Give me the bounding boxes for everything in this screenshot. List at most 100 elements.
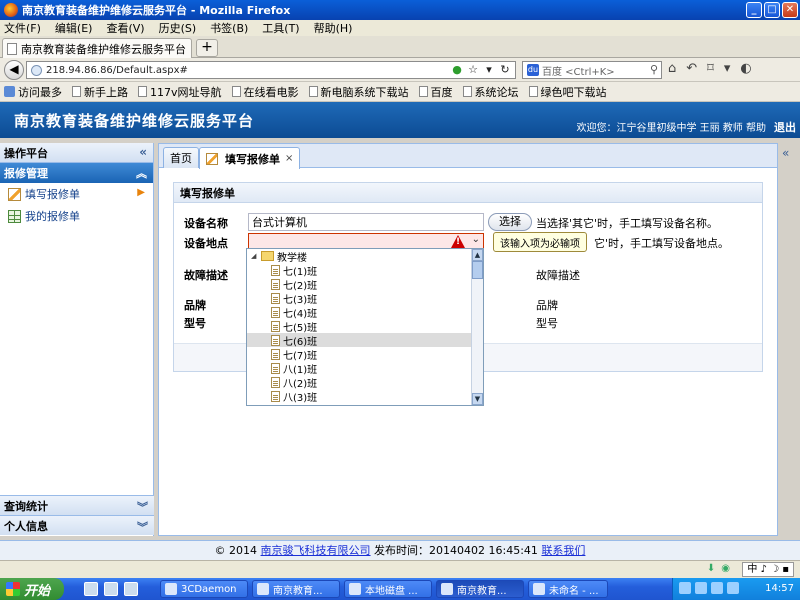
taskbar-item[interactable]: 南京教育... [252,580,340,598]
tree-node[interactable]: 七(3)班 [247,291,483,306]
bookmark-item[interactable]: 系统论坛 [462,84,519,100]
menu-view[interactable]: 查看(V) [106,20,144,36]
scroll-down-arrow-icon[interactable]: ▼ [472,393,483,405]
search-box[interactable]: du 百度 <Ctrl+K> ⚲ [522,61,662,79]
scroll-up-arrow-icon[interactable]: ▲ [472,249,483,261]
back-button[interactable]: ◀ [4,60,24,80]
menu-file[interactable]: 文件(F) [4,20,41,36]
tree-root-node[interactable]: ◢ 教学楼 [247,249,483,264]
new-tab-button[interactable]: + [196,39,218,57]
sidebar-section-query[interactable]: 查询统计 ︾ [0,495,154,515]
dropdown-arrow-icon[interactable]: ▾ [483,64,495,76]
tab-home[interactable]: 首页 [163,147,199,168]
page-icon [462,86,472,97]
company-link[interactable]: 南京骏飞科技有限公司 [261,544,371,557]
bookmark-item[interactable]: 新手上路 [72,84,128,100]
reload-icon[interactable]: ↻ [499,64,511,76]
search-placeholder: 百度 <Ctrl+K> [542,66,615,78]
scroll-thumb[interactable] [472,261,483,279]
chevron-down-icon[interactable]: ⌄ [472,234,480,245]
baidu-paw-icon: du [527,64,539,76]
menu-edit[interactable]: 编辑(E) [55,20,93,36]
go-icon[interactable]: ● [451,64,463,76]
bookmark-item[interactable]: 新电脑系统下载站 [308,84,409,100]
globe-icon [31,64,42,76]
sidebar-section-repair[interactable]: 报修管理 ︽ [0,163,153,183]
bookmark-item[interactable]: 在线看电影 [231,84,299,100]
volume-icon[interactable] [695,582,707,594]
menu-arrow-icon[interactable]: ▾ [724,61,731,76]
sidebar-header-label: 操作平台 [4,146,48,160]
tree-node[interactable]: 七(7)班 [247,347,483,362]
collapse-left-icon[interactable]: « [139,145,147,159]
tree-node[interactable]: 七(5)班 [247,319,483,334]
undo-icon[interactable]: ↶ [686,61,697,76]
start-button[interactable]: 开始 [0,578,64,600]
menu-bar: 文件(F) 编辑(E) 查看(V) 历史(S) 书签(B) 工具(T) 帮助(H… [0,20,800,36]
close-tab-icon[interactable]: × [285,153,293,164]
url-bar[interactable]: 218.94.86.86/Default.aspx# ● ☆ ▾ ↻ [26,61,516,79]
menu-tools[interactable]: 工具(T) [262,20,299,36]
tab-label: 首页 [170,152,192,165]
sidebar-item-my-repairs[interactable]: 我的报修单 [0,205,153,227]
select-device-button[interactable]: 选择 [488,213,532,231]
tab-fill-repair[interactable]: 填写报修单 × [199,147,301,169]
tree-scrollbar[interactable]: ▲ ▼ [471,249,483,405]
tree-node-label: 七(1)班 [283,266,318,278]
show-desktop-icon[interactable] [84,582,98,596]
device-name-input[interactable]: 台式计算机 [248,213,484,231]
chevron-down-icon[interactable]: ︾ [137,519,148,535]
maximize-button[interactable]: □ [764,2,780,18]
bookmark-item[interactable]: 访问最多 [4,84,62,100]
download-icon[interactable]: ⬇ [707,563,715,574]
sidebar-section-profile[interactable]: 个人信息 ︾ [0,515,154,535]
ime-indicator[interactable]: 中 ♪ ☽ ▪ [742,562,794,577]
chevron-up-icon[interactable]: ︽ [136,165,147,181]
security-icon[interactable] [711,582,723,594]
tree-node[interactable]: 八(3)班 [247,389,483,404]
bookmark-star-icon[interactable]: ☆ [467,64,479,76]
media-icon[interactable] [124,582,138,596]
tree-node[interactable]: 七(4)班 [247,305,483,320]
collapse-right-icon[interactable]: « [782,146,789,160]
tree-node[interactable]: 七(1)班 [247,263,483,278]
tree-node-label: 八(2)班 [283,378,318,390]
tree-node[interactable]: 七(2)班 [247,277,483,292]
taskbar-item[interactable]: 本地磁盘 ... [344,580,432,598]
tree-node-selected[interactable]: 七(6)班 [247,333,483,348]
update-icon[interactable] [727,582,739,594]
panel-title: 填写报修单 [174,183,762,203]
minimize-button[interactable]: _ [746,2,762,18]
bookmark-item[interactable]: 绿色吧下载站 [528,84,607,100]
browser-tab[interactable]: 南京教育装备维护维修云服务平台 [2,38,192,58]
network-icon[interactable] [679,582,691,594]
tree-node[interactable]: 八(2)班 [247,375,483,390]
tree-node[interactable]: 八(1)班 [247,361,483,376]
device-location-hint: 它'时，手工填写设备地点。 [594,237,730,250]
expand-triangle-icon[interactable]: ◢ [251,252,261,260]
device-name-label: 设备名称 [184,217,228,230]
taskbar-item-active[interactable]: 南京教育... [436,580,524,598]
menu-history[interactable]: 历史(S) [159,20,197,36]
search-icon[interactable]: ⚲ [650,63,658,76]
menu-bookmarks[interactable]: 书签(B) [210,20,248,36]
menu-help[interactable]: 帮助(H) [314,20,353,36]
bookmark-item[interactable]: 117v网址导航 [138,84,222,100]
sidebar-item-fill-repair[interactable]: 填写报修单 ▶ [0,183,153,205]
taskbar-item[interactable]: 未命名 - ... [528,580,608,598]
addon-icon[interactable]: ⌑ [707,61,714,76]
bookmark-item[interactable]: 百度 [418,84,453,100]
logout-link[interactable]: 退出 [774,119,796,135]
navigation-bar: ◀ 218.94.86.86/Default.aspx# ● ☆ ▾ ↻ du … [0,58,800,82]
ie-icon[interactable] [104,582,118,596]
close-button[interactable]: ✕ [782,2,798,18]
welcome-text[interactable]: 欢迎您：江宁谷里初级中学 王丽 教师 帮助 [576,119,766,134]
bookmark-label: 访问最多 [18,85,62,99]
extension-icon[interactable]: ◐ [740,61,751,76]
contact-link[interactable]: 联系我们 [541,544,585,557]
page-icon [138,86,147,97]
home-icon[interactable]: ⌂ [668,61,676,76]
chevron-down-icon[interactable]: ︾ [137,499,148,515]
addon-status-icon[interactable]: ◉ [721,563,730,574]
taskbar-item[interactable]: 3CDaemon [160,580,248,598]
